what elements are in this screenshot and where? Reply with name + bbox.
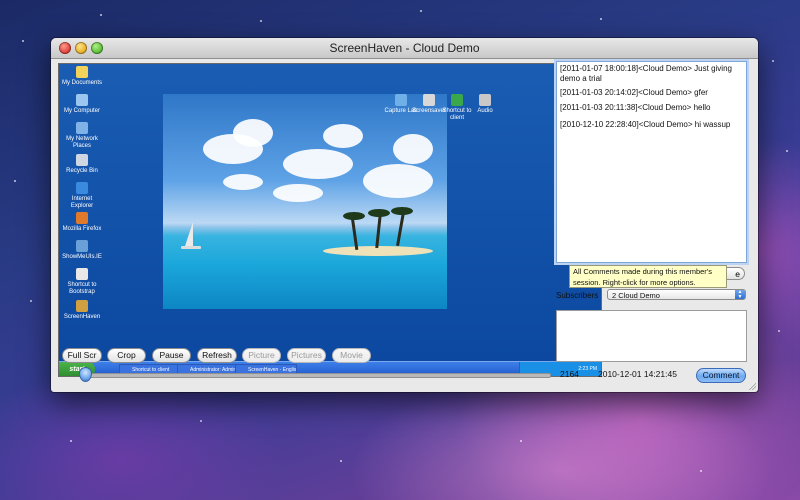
comment-text: [2011-01-07 18:00:18]<Cloud Demo> Just g… <box>560 64 732 73</box>
desktop-icon: ScreenHaven <box>62 300 102 321</box>
desktop-icon-label: Shortcut to Bootstrap <box>67 282 97 295</box>
network-icon <box>76 122 88 134</box>
zoom-window-icon[interactable] <box>91 42 103 54</box>
comments-tooltip: All Comments made during this member's s… <box>569 265 727 288</box>
desktop-icon: Recycle Bin <box>62 154 102 175</box>
remote-clock: 2:23 PM <box>578 366 597 372</box>
desktop-icon: Mozilla Firefox <box>62 212 102 233</box>
frame-number: 2164 <box>560 369 579 379</box>
comment-text: [2011-01-03 20:14:02]<Cloud Demo> gfer <box>560 88 708 97</box>
comment-entry: [2011-01-07 18:00:18]<Cloud Demo> Just g… <box>560 64 740 84</box>
comment-text: [2011-01-03 20:11:38]<Cloud Demo> hello <box>560 103 711 112</box>
comments-list[interactable]: [2011-01-07 18:00:18]<Cloud Demo> Just g… <box>556 61 747 263</box>
crop-button[interactable]: Crop <box>107 348 146 363</box>
updown-arrows-icon: ▲ ▼ <box>735 290 745 299</box>
comment-entry: [2010-12-10 22:28:40]<Cloud Demo> hi was… <box>560 120 740 130</box>
desktop-icon-label: Audio <box>477 108 493 114</box>
window-title: ScreenHaven - Cloud Demo <box>329 41 480 55</box>
app-window: ScreenHaven - Cloud Demo My Documents My… <box>51 38 758 392</box>
desktop-icon-label: My Network Places <box>66 136 98 149</box>
comment-text: [2010-12-10 22:28:40]<Cloud Demo> hi was… <box>560 120 731 129</box>
subscribers-selected: 2 Cloud Demo <box>612 291 660 300</box>
desktop-icon: Internet Explorer <box>62 182 102 210</box>
shortcut-icon <box>76 268 88 280</box>
full-screen-button[interactable]: Full Scr <box>62 348 102 363</box>
comment-entry: [2011-01-03 20:14:02]<Cloud Demo> gfer <box>560 88 740 98</box>
refresh-button[interactable]: Refresh <box>197 348 237 363</box>
subscribers-label: Subscribers <box>556 291 599 300</box>
comment-entry: [2011-01-03 20:11:38]<Cloud Demo> hello <box>560 103 740 113</box>
desktop-icon: My Documents <box>62 66 102 87</box>
computer-icon <box>76 94 88 106</box>
close-window-icon[interactable] <box>59 42 71 54</box>
shortcut-icon <box>76 240 88 252</box>
movie-button[interactable]: Movie <box>332 348 371 363</box>
desktop-icon: Audio <box>465 94 505 115</box>
comment-text-continued: demo a trial <box>560 74 602 83</box>
comment-button[interactable]: Comment <box>696 368 746 383</box>
picture-button[interactable]: Picture <box>242 348 281 363</box>
desktop-icon-label: My Documents <box>62 80 103 86</box>
screenhaven-icon <box>76 300 88 312</box>
timeline-slider-knob[interactable] <box>79 367 92 382</box>
pictures-button[interactable]: Pictures <box>287 348 326 363</box>
desktop-icon: ShowMeUIs.IE <box>62 240 102 261</box>
desktop-icon-label: My Computer <box>63 108 100 114</box>
frame-timestamp: 2010-12-01 14:21:45 <box>598 369 677 379</box>
subscribers-select[interactable]: 2 Cloud Demo ▲ ▼ <box>607 289 746 300</box>
shortcut-icon <box>451 94 463 106</box>
firefox-icon <box>76 212 88 224</box>
timeline-slider-track[interactable] <box>85 373 551 378</box>
pause-button[interactable]: Pause <box>152 348 191 363</box>
audio-icon <box>479 94 491 106</box>
remote-desktop: My Documents My Computer My Network Plac… <box>59 64 601 361</box>
comment-compose-field[interactable] <box>556 310 747 362</box>
desktop-icon: Shortcut to Bootstrap <box>62 268 102 296</box>
resize-grip-icon[interactable] <box>748 382 756 390</box>
desktop-icon: My Computer <box>62 94 102 115</box>
desktop-icon-label: Mozilla Firefox <box>62 226 102 232</box>
tooltip-line: session. Right-click for more options. <box>573 278 696 287</box>
desktop-icon-label: ShowMeUIs.IE <box>62 254 102 260</box>
desktop-icon-label: Internet Explorer <box>70 196 94 209</box>
desktop-icon-label: Recycle Bin <box>66 168 98 174</box>
folder-icon <box>76 66 88 78</box>
internet-explorer-icon <box>76 182 88 194</box>
wallpaper-photo <box>163 94 447 309</box>
recycle-bin-icon <box>76 154 88 166</box>
title-bar[interactable]: ScreenHaven - Cloud Demo <box>51 38 758 59</box>
screensaver-icon <box>423 94 435 106</box>
minimize-window-icon[interactable] <box>75 42 87 54</box>
capture-icon <box>395 94 407 106</box>
remote-screen-view[interactable]: My Documents My Computer My Network Plac… <box>58 63 602 377</box>
tooltip-line: All Comments made during this member's <box>573 267 712 276</box>
desktop-icon-label: ScreenHaven <box>63 314 101 320</box>
desktop-icon: My Network Places <box>62 122 102 150</box>
